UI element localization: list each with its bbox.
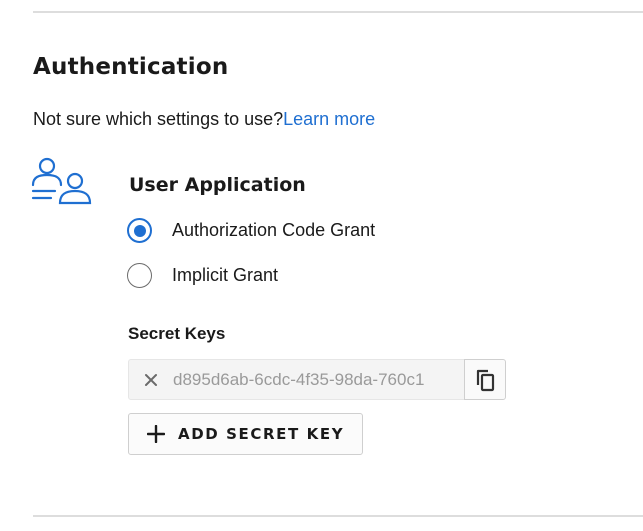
authentication-panel: Authentication Not sure which settings t…	[0, 0, 643, 531]
remove-key-button[interactable]	[129, 360, 173, 399]
section-title: Authentication	[33, 54, 229, 80]
radio-label-authorization-code-grant: Authorization Code Grant	[172, 220, 376, 240]
helper-text-row: Not sure which settings to use?Learn mor…	[33, 109, 375, 130]
add-secret-key-button[interactable]: ADD SECRET KEY	[128, 413, 363, 455]
radio-option-authorization-code-grant[interactable]: Authorization Code Grant	[127, 218, 375, 243]
learn-more-link[interactable]: Learn more	[283, 109, 375, 129]
close-icon	[145, 373, 157, 386]
secret-key-value: d895d6ab-6cdc-4f35-98da-760c1	[173, 369, 425, 389]
radio-button-authorization-code-grant[interactable]	[127, 218, 152, 243]
copy-key-button[interactable]	[464, 359, 506, 400]
users-icon	[31, 157, 92, 205]
bottom-divider	[33, 515, 643, 517]
plus-icon	[147, 425, 165, 443]
radio-button-implicit-grant[interactable]	[127, 263, 152, 288]
add-secret-key-label: ADD SECRET KEY	[178, 425, 345, 443]
top-divider	[33, 11, 643, 13]
secret-keys-label: Secret Keys	[128, 324, 226, 343]
helper-text: Not sure which settings to use?	[33, 109, 284, 129]
copy-icon	[476, 369, 495, 391]
application-title: User Application	[129, 174, 306, 196]
radio-label-implicit-grant: Implicit Grant	[172, 265, 279, 285]
secret-key-field: d895d6ab-6cdc-4f35-98da-760c1	[128, 359, 465, 400]
radio-option-implicit-grant[interactable]: Implicit Grant	[127, 263, 278, 288]
